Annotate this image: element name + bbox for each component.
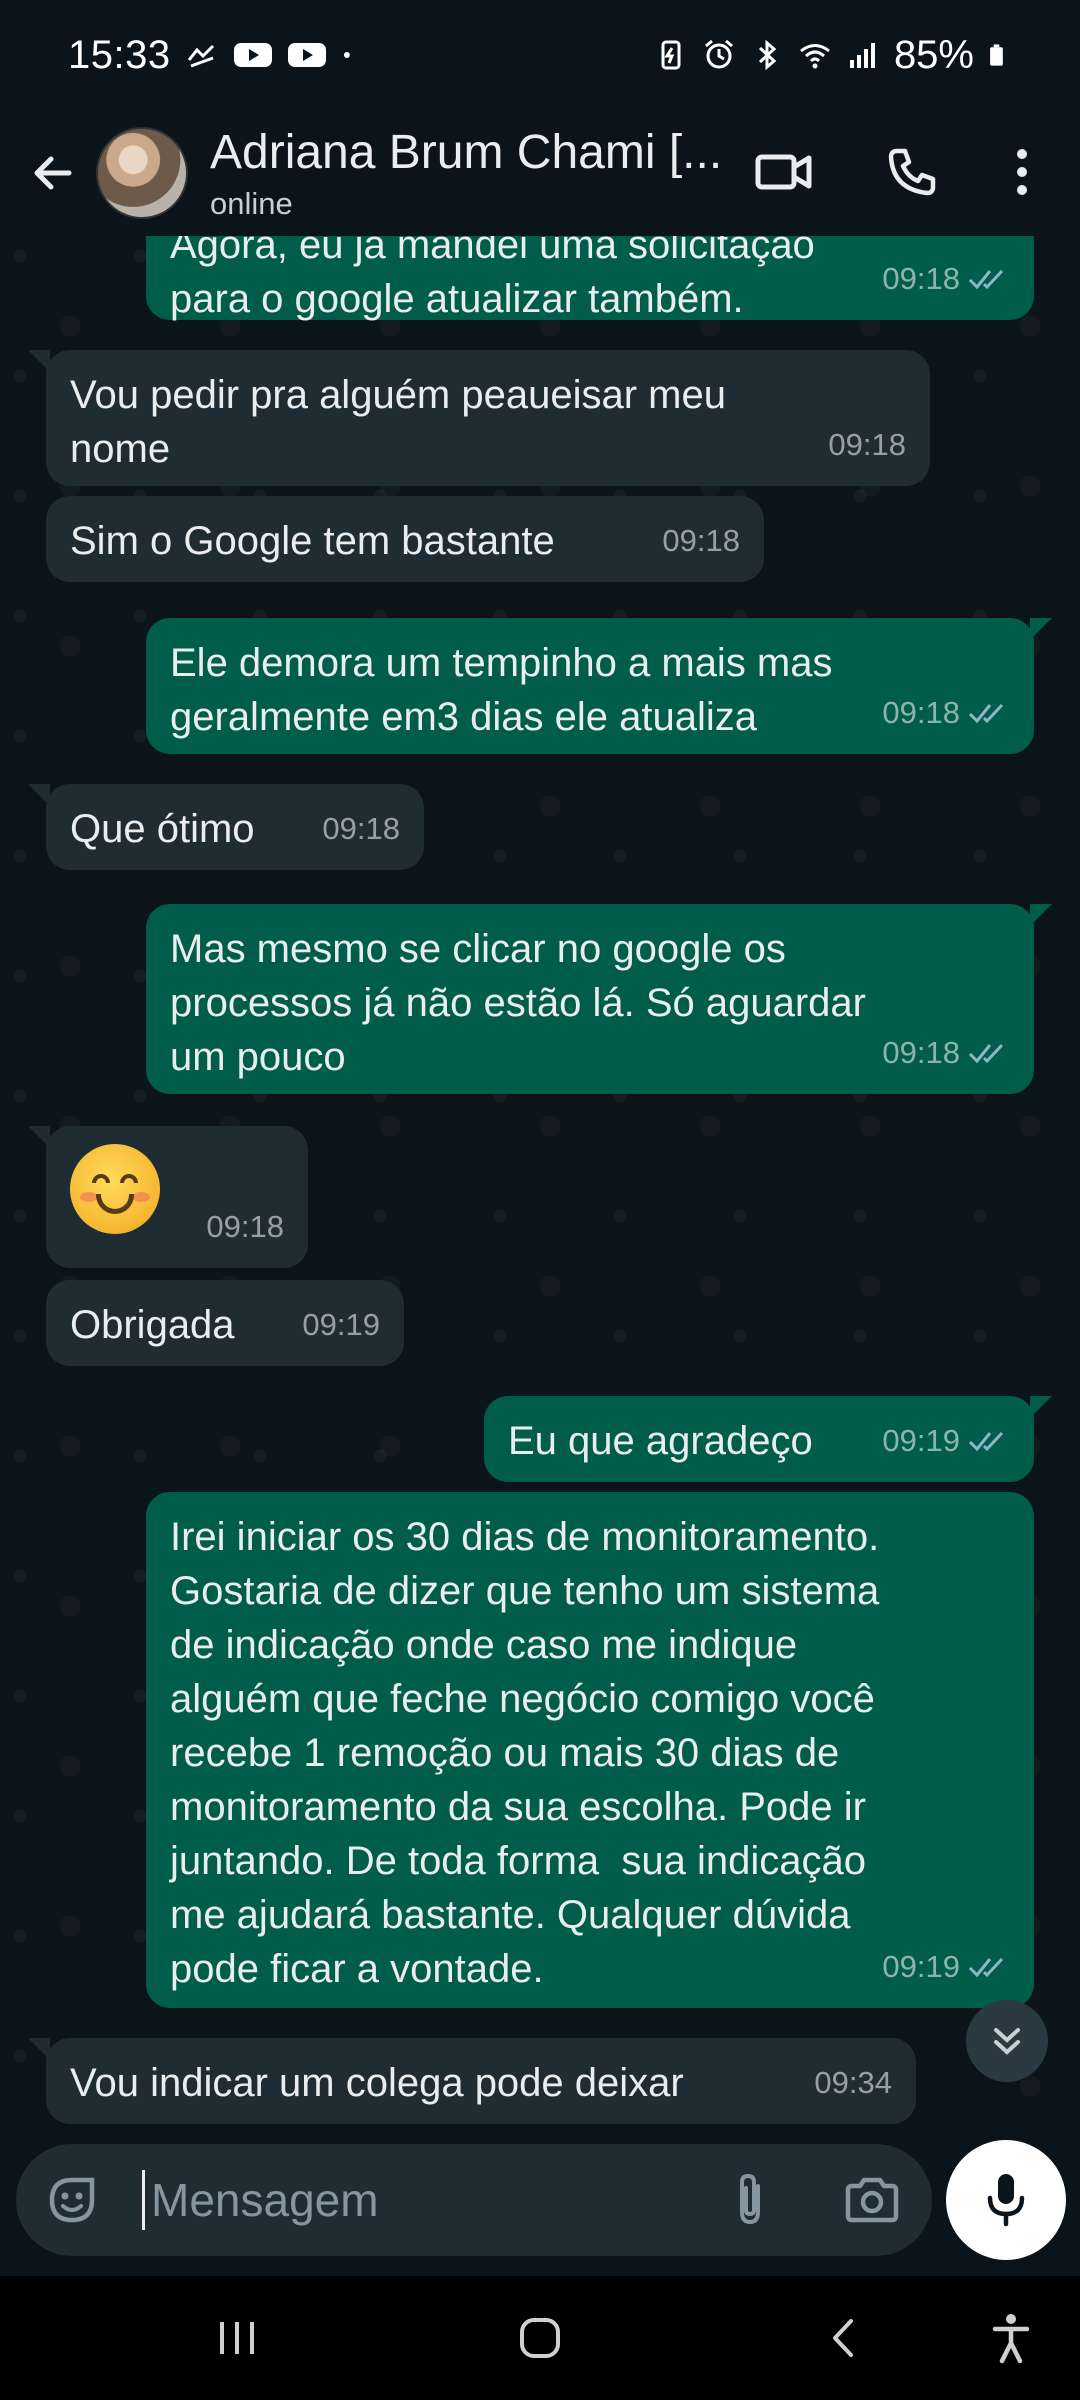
contact-status: online: [210, 185, 293, 221]
message-meta: 09:18: [662, 514, 740, 568]
battery-icon: [990, 44, 1003, 66]
accessibility-button[interactable]: [976, 2306, 1046, 2370]
message-bubble[interactable]: Agora, eu já mandei uma solicitação para…: [146, 236, 1034, 321]
message-bubble[interactable]: Ele demora um tempinho a mais mas geralm…: [146, 618, 1052, 754]
message-time: 09:19: [882, 1423, 960, 1458]
status-left: 15:33: [68, 33, 361, 78]
chat-header: Adriana Brum Chami [... online: [0, 110, 1080, 236]
message-bubble[interactable]: Mas mesmo se clicar no google os process…: [146, 904, 1052, 1094]
message-composer: [16, 2144, 932, 2256]
read-ticks-icon: [968, 269, 1004, 290]
message-meta: 09:19: [882, 1414, 1012, 1468]
bluetooth-icon: [758, 39, 777, 71]
more-options-button[interactable]: [982, 132, 1062, 212]
recent-apps-icon: [220, 2322, 254, 2354]
sticker-button[interactable]: [40, 2168, 104, 2232]
youtube-icon: [287, 43, 326, 67]
status-time: 15:33: [68, 32, 171, 77]
read-ticks-icon: [968, 1043, 1004, 1064]
signal-icon: [849, 43, 875, 68]
dot-icon: [343, 52, 350, 58]
message-text: Vou pedir pra alguém peaueisar meu nome: [70, 373, 726, 471]
mic-icon: [987, 2174, 1025, 2227]
message-text: Irei iniciar os 30 dias de monitoramento…: [170, 1515, 880, 1991]
message-time: 09:18: [882, 1035, 960, 1070]
message-time: 09:18: [828, 427, 906, 462]
message-meta: 09:19: [302, 1298, 380, 1352]
back-icon: [833, 2319, 853, 2357]
message-meta: 09:18: [882, 1026, 1012, 1080]
avatar[interactable]: [96, 127, 188, 219]
voice-message-button[interactable]: [946, 2140, 1066, 2260]
back-arrow-icon: [34, 156, 72, 190]
smiling-face-icon: [70, 1144, 160, 1234]
youtube-icon: [233, 43, 272, 67]
system-back-button[interactable]: [808, 2306, 878, 2370]
contact-name: Adriana Brum Chami [...: [210, 125, 723, 179]
message-meta: 09:34: [814, 2056, 892, 2110]
message-bubble[interactable]: Vou indicar um colega pode deixar 09:34: [28, 2038, 916, 2124]
message-time: 09:19: [882, 1949, 960, 1984]
back-button[interactable]: [14, 133, 94, 213]
message-time: 09:18: [662, 523, 740, 558]
message-bubble[interactable]: Obrigada 09:19: [46, 1280, 404, 1366]
recent-apps-button[interactable]: [202, 2306, 272, 2370]
message-text: Sim o Google tem bastante: [70, 519, 555, 563]
message-text: Vou indicar um colega pode deixar: [70, 2061, 684, 2105]
message-meta: 09:19: [882, 1940, 1012, 1994]
message-time: 09:19: [302, 1307, 380, 1342]
video-call-icon: [755, 154, 812, 190]
status-bar: 15:33 85%: [0, 0, 1080, 110]
message-bubble[interactable]: Vou pedir pra alguém peaueisar meu nome …: [28, 350, 930, 486]
message-list[interactable]: Agora, eu já mandei uma solicitação para…: [0, 236, 1080, 2130]
message-bubble[interactable]: Irei iniciar os 30 dias de monitoramento…: [146, 1492, 1034, 2008]
attach-button[interactable]: [718, 2168, 782, 2232]
attach-icon: [740, 2173, 760, 2225]
message-time: 09:18: [206, 1209, 284, 1244]
message-meta: 09:18: [882, 686, 1012, 740]
message-meta: 09:18: [882, 252, 1012, 306]
message-time: 09:18: [322, 811, 400, 846]
read-ticks-icon: [968, 1957, 1004, 1978]
message-meta: 09:18: [828, 418, 906, 472]
message-input[interactable]: [142, 2170, 702, 2230]
message-time: 09:18: [882, 261, 960, 296]
video-call-button[interactable]: [744, 132, 824, 212]
more-vert-icon: [1017, 149, 1027, 195]
alarm-icon: [704, 39, 733, 69]
read-ticks-icon: [968, 703, 1004, 724]
accessibility-icon: [992, 2314, 1030, 2364]
camera-icon: [845, 2177, 899, 2223]
message-time: 09:34: [814, 2065, 892, 2100]
battery-percent: 85%: [893, 32, 974, 77]
double-chevron-down-icon: [994, 2028, 1020, 2055]
contact-info[interactable]: Adriana Brum Chami [... online: [210, 125, 730, 222]
sticker-icon: [49, 2177, 95, 2223]
missed-call-icon: [187, 44, 214, 68]
message-time: 09:18: [882, 695, 960, 730]
camera-button[interactable]: [840, 2168, 904, 2232]
message-bubble[interactable]: Eu que agradeço 09:19: [484, 1396, 1052, 1482]
phone-icon: [888, 148, 936, 196]
message-meta: 09:18: [322, 802, 400, 856]
battery-saver-icon: [661, 40, 681, 70]
status-right: 85%: [654, 33, 1012, 78]
message-bubble[interactable]: Sim o Google tem bastante 09:18: [46, 496, 764, 582]
home-button[interactable]: [505, 2306, 575, 2370]
read-ticks-icon: [968, 1431, 1004, 1452]
message-bubble[interactable]: Que ótimo 09:18: [28, 784, 424, 870]
message-bubble[interactable]: 09:18: [28, 1126, 308, 1268]
system-nav-bar: [0, 2276, 1080, 2400]
voice-call-button[interactable]: [872, 132, 952, 212]
message-meta: 09:18: [206, 1200, 284, 1254]
home-icon: [520, 2318, 560, 2358]
scroll-to-bottom-button[interactable]: [966, 2000, 1048, 2082]
wifi-icon: [800, 44, 830, 69]
